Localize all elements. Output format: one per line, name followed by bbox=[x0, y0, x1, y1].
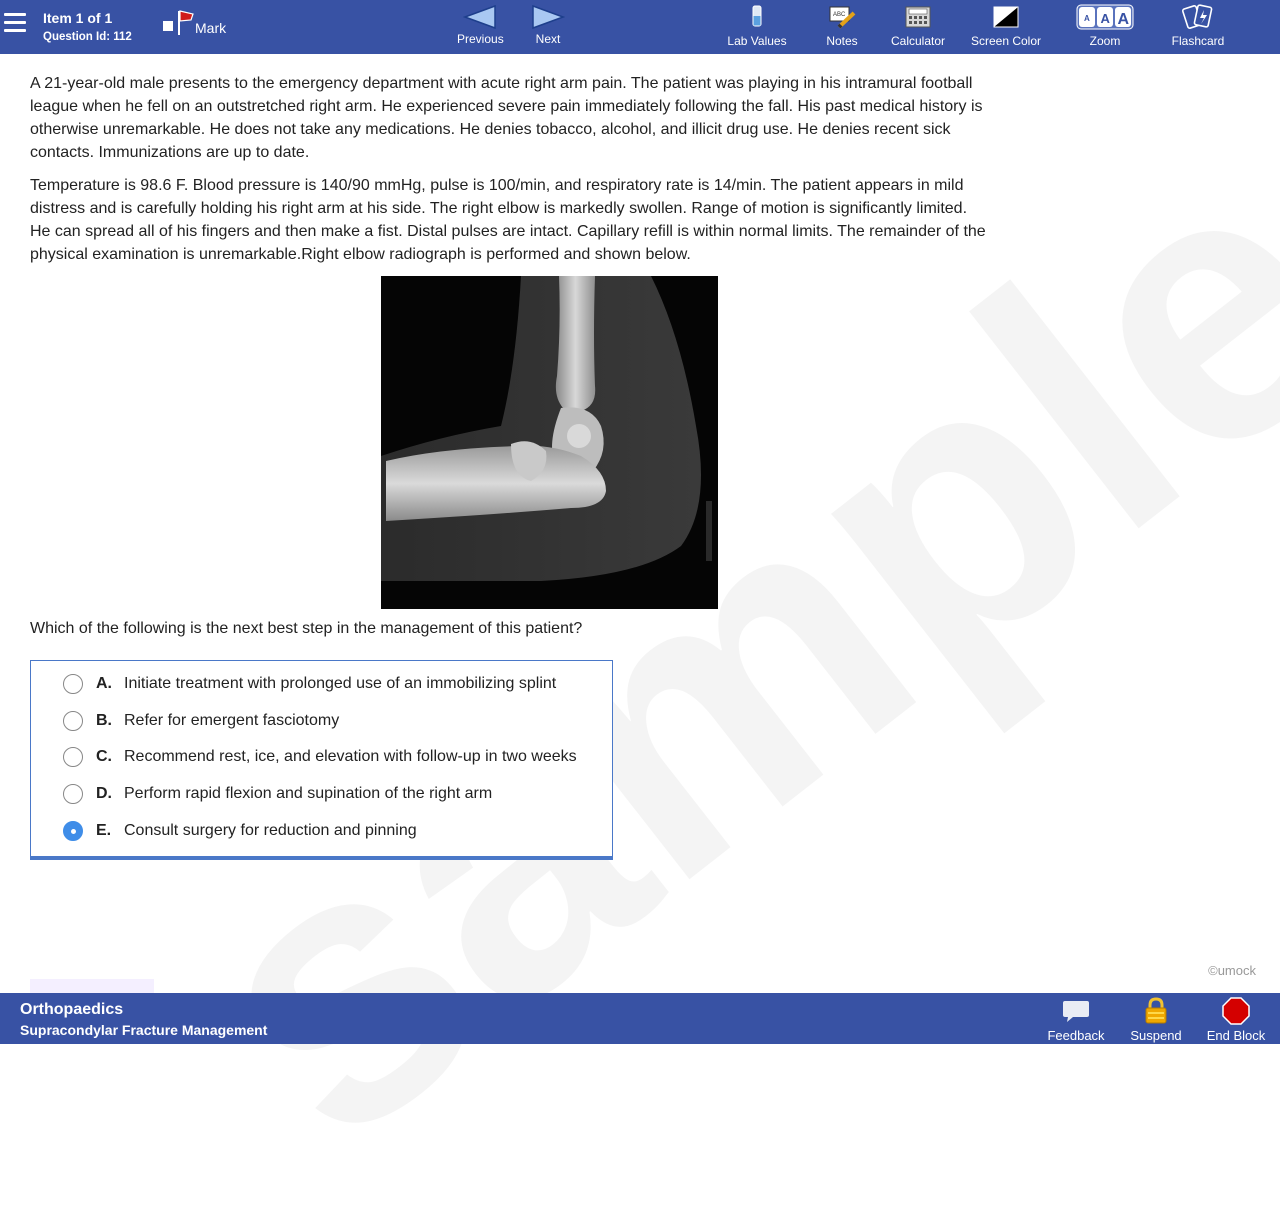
calculator-label: Calculator bbox=[890, 34, 946, 48]
hamburger-menu-icon[interactable] bbox=[4, 13, 26, 35]
elbow-radiograph-image[interactable] bbox=[381, 276, 718, 609]
lab-values-label: Lab Values bbox=[727, 34, 787, 48]
copyright-notice: ©umock bbox=[1208, 963, 1256, 978]
item-info: Item 1 of 1 Question Id: 112 bbox=[43, 10, 132, 43]
question-stem: A 21-year-old male presents to the emerg… bbox=[30, 72, 990, 276]
flag-icon bbox=[178, 10, 194, 35]
flashcard-label: Flashcard bbox=[1171, 34, 1225, 48]
next-button[interactable]: Next bbox=[531, 4, 565, 46]
bottom-toolbar: Orthopaedics Supracondylar Fracture Mana… bbox=[0, 993, 1280, 1044]
answer-text: Recommend rest, ice, and elevation with … bbox=[124, 748, 577, 765]
zoom-button[interactable]: A A A Zoom bbox=[1075, 4, 1135, 48]
zoom-text-size-icon: A A A bbox=[1076, 4, 1134, 30]
answer-letter: B. bbox=[96, 712, 112, 729]
topic-label: Supracondylar Fracture Management bbox=[20, 1022, 268, 1038]
stop-sign-icon bbox=[1222, 997, 1250, 1025]
padlock-icon bbox=[1145, 997, 1167, 1024]
calculator-button[interactable]: Calculator bbox=[889, 4, 947, 48]
flashcard-icon bbox=[1181, 4, 1213, 29]
notes-label: Notes bbox=[826, 34, 858, 48]
xray-image bbox=[381, 276, 718, 609]
answer-choice-b[interactable]: B. Refer for emergent fasciotomy bbox=[63, 708, 339, 734]
speech-bubble-icon bbox=[1063, 1001, 1089, 1022]
answer-text: Consult surgery for reduction and pinnin… bbox=[124, 822, 417, 839]
end-block-button[interactable]: End Block bbox=[1205, 997, 1267, 1043]
answer-b-radio[interactable] bbox=[63, 711, 83, 731]
suspend-label: Suspend bbox=[1130, 1028, 1182, 1043]
answer-letter: D. bbox=[96, 785, 112, 802]
arrow-right-icon bbox=[532, 4, 565, 30]
feedback-label: Feedback bbox=[1047, 1028, 1105, 1043]
feedback-button[interactable]: Feedback bbox=[1047, 997, 1105, 1043]
notepad-pencil-icon: ABC bbox=[829, 6, 856, 29]
arrow-left-icon bbox=[463, 4, 497, 30]
stem-paragraph-exam: Temperature is 98.6 F. Blood pressure is… bbox=[30, 177, 986, 263]
previous-button[interactable]: Previous bbox=[457, 4, 504, 46]
screen-color-button[interactable]: Screen Color bbox=[968, 4, 1044, 48]
previous-label: Previous bbox=[457, 32, 504, 46]
answer-letter: C. bbox=[96, 748, 112, 765]
answer-c-radio[interactable] bbox=[63, 747, 83, 767]
mark-checkbox[interactable] bbox=[163, 21, 173, 31]
lab-values-button[interactable]: Lab Values bbox=[725, 4, 789, 48]
flask-icon bbox=[752, 5, 762, 27]
stem-paragraph-history: A 21-year-old male presents to the emerg… bbox=[30, 75, 983, 161]
notes-button[interactable]: ABC Notes bbox=[824, 4, 860, 48]
svg-text:A: A bbox=[1118, 11, 1130, 28]
top-toolbar: Item 1 of 1 Question Id: 112 Mark Previo… bbox=[0, 0, 1280, 54]
subject-label: Orthopaedics bbox=[20, 1001, 124, 1018]
mark-label: Mark bbox=[195, 20, 227, 36]
flashcard-button[interactable]: Flashcard bbox=[1168, 4, 1228, 48]
svg-text:A: A bbox=[1101, 11, 1111, 26]
answer-e-radio[interactable] bbox=[63, 821, 83, 841]
answer-text: Refer for emergent fasciotomy bbox=[124, 712, 340, 729]
svg-text:ABC: ABC bbox=[833, 12, 846, 18]
answer-letter: E. bbox=[96, 822, 112, 839]
answer-letter: A. bbox=[96, 675, 112, 692]
question-id: Question Id: 112 bbox=[43, 31, 132, 43]
calculator-icon bbox=[905, 6, 931, 28]
item-counter: Item 1 of 1 bbox=[43, 10, 113, 26]
answer-choice-d[interactable]: D. Perform rapid flexion and supination … bbox=[63, 781, 492, 807]
next-label: Next bbox=[535, 32, 561, 46]
answer-choice-a[interactable]: A. Initiate treatment with prolonged use… bbox=[63, 671, 556, 697]
highlight-strip bbox=[30, 979, 154, 993]
answer-choices: A. Initiate treatment with prolonged use… bbox=[30, 660, 613, 860]
svg-text:A: A bbox=[1084, 14, 1090, 23]
answer-a-radio[interactable] bbox=[63, 674, 83, 694]
answer-d-radio[interactable] bbox=[63, 784, 83, 804]
screen-color-label: Screen Color bbox=[970, 34, 1042, 48]
end-block-label: End Block bbox=[1206, 1028, 1266, 1043]
answer-choice-c[interactable]: C. Recommend rest, ice, and elevation wi… bbox=[63, 744, 577, 770]
answer-text: Perform rapid flexion and supination of … bbox=[124, 785, 493, 802]
question-prompt: Which of the following is the next best … bbox=[30, 620, 583, 637]
suspend-button[interactable]: Suspend bbox=[1130, 997, 1182, 1043]
answer-text: Initiate treatment with prolonged use of… bbox=[124, 675, 557, 692]
zoom-label: Zoom bbox=[1089, 34, 1121, 48]
answer-choice-e[interactable]: E. Consult surgery for reduction and pin… bbox=[63, 818, 417, 844]
contrast-icon bbox=[993, 6, 1019, 28]
